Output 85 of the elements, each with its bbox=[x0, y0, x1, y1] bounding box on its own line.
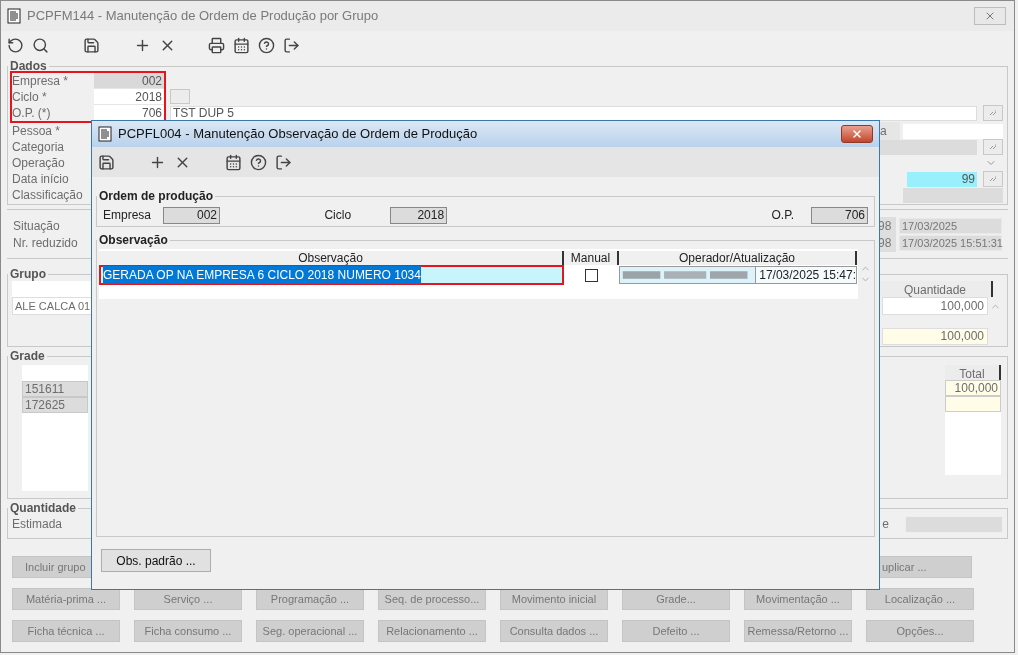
calendar-icon[interactable] bbox=[233, 36, 250, 54]
field-label: a bbox=[878, 122, 900, 140]
close-icon bbox=[984, 10, 996, 22]
search-icon[interactable] bbox=[32, 36, 49, 54]
field-label: Data início bbox=[12, 171, 70, 188]
total-field: 100,000 bbox=[882, 327, 988, 345]
action-button[interactable]: Remessa/Retorno ... bbox=[744, 620, 852, 642]
table-cell: 172625 bbox=[22, 397, 88, 413]
save-icon[interactable] bbox=[83, 36, 100, 54]
field-label: e bbox=[882, 516, 889, 533]
action-button[interactable]: Localização ... bbox=[866, 588, 974, 610]
save-icon[interactable] bbox=[98, 153, 115, 171]
section-title: Quantidade bbox=[9, 501, 77, 515]
action-button[interactable]: Matéria-prima ... bbox=[12, 588, 120, 610]
field-label: Classificação bbox=[12, 187, 84, 204]
column-header: Quantidade bbox=[879, 281, 993, 297]
read-only-field: 17/03/2025 bbox=[899, 218, 1002, 234]
action-button[interactable]: Seq. de processo... bbox=[378, 588, 486, 610]
field-label: Operação bbox=[12, 155, 66, 172]
help-icon[interactable] bbox=[250, 153, 267, 171]
table-cell: ALE CALCA 01 bbox=[12, 297, 92, 315]
checkbox[interactable] bbox=[585, 268, 598, 282]
read-only-field: 17/03/2025 15:51:31 bbox=[899, 235, 1002, 251]
section-title: Observação bbox=[98, 232, 169, 249]
action-button[interactable]: Movimentação ... bbox=[744, 588, 852, 610]
document-icon bbox=[7, 8, 21, 24]
obs-padrao-button[interactable]: Obs. padrão ... bbox=[101, 549, 211, 572]
field-label: Ciclo * bbox=[12, 89, 48, 106]
read-only-field: 706 bbox=[811, 206, 868, 224]
action-button[interactable]: Defeito ... bbox=[622, 620, 730, 642]
calendar-icon[interactable] bbox=[225, 153, 242, 171]
window-title: PCPFM144 - Manutenção de Ordem de Produção por Grupo bbox=[27, 7, 379, 26]
action-button[interactable]: Seg. operacional ... bbox=[256, 620, 364, 642]
input-field[interactable]: 2018 bbox=[94, 89, 164, 105]
section-title: Grupo bbox=[9, 267, 47, 281]
input-field[interactable]: 706 bbox=[94, 105, 164, 121]
timestamp-cell: 17/03/2025 15:47: bbox=[755, 267, 856, 283]
action-button[interactable]: Grade... bbox=[622, 588, 730, 610]
dialog-title: PCPFL004 - Manutenção Observação de Ordem de Produção bbox=[118, 125, 478, 144]
action-button[interactable]: Consulta dados ... bbox=[500, 620, 608, 642]
dots-icon bbox=[989, 176, 997, 182]
document-icon bbox=[98, 126, 112, 142]
table-cell: 100,000 bbox=[945, 380, 1001, 396]
observation-cell[interactable]: GERADA OP NA EMPRESA 6 CICLO 2018 NUMERO 1034 bbox=[99, 265, 564, 285]
dots-icon bbox=[989, 110, 997, 116]
field-label: Pessoa * bbox=[12, 123, 62, 140]
field-label: O.P. bbox=[771, 207, 794, 224]
field-label: Estimada bbox=[12, 516, 64, 533]
table-cell bbox=[945, 396, 1001, 412]
action-button[interactable]: Ficha técnica ... bbox=[12, 620, 120, 642]
field-label: O.P. (*) bbox=[12, 105, 52, 122]
action-button[interactable]: Serviço ... bbox=[134, 588, 242, 610]
section-title: Ordem de produção bbox=[98, 188, 215, 205]
exit-icon[interactable] bbox=[275, 153, 292, 171]
input-field[interactable] bbox=[877, 139, 977, 155]
section-title: Grade bbox=[9, 349, 46, 363]
close-icon bbox=[851, 128, 863, 140]
input-field[interactable] bbox=[903, 123, 1003, 139]
action-button[interactable]: Movimento inicial bbox=[500, 588, 608, 610]
field-label: Categoria bbox=[12, 139, 66, 156]
undo-icon[interactable] bbox=[7, 36, 24, 54]
exit-icon[interactable] bbox=[283, 36, 300, 54]
input-field[interactable]: 99 bbox=[907, 171, 977, 187]
field-label: Situação bbox=[13, 218, 61, 235]
read-only-field: 002 bbox=[163, 206, 220, 224]
dots-icon bbox=[989, 144, 997, 150]
column-header: Total bbox=[945, 365, 1001, 380]
read-only-field: 2018 bbox=[390, 206, 448, 224]
action-button[interactable]: Relacionamento ... bbox=[378, 620, 486, 642]
help-icon[interactable] bbox=[258, 36, 275, 54]
action-button[interactable]: Opções... bbox=[866, 620, 974, 642]
printer-icon[interactable] bbox=[208, 36, 225, 54]
field-label: Empresa bbox=[103, 207, 153, 224]
field-label: Empresa * bbox=[12, 73, 70, 90]
section-title: Dados bbox=[9, 59, 48, 73]
table-cell: 100,000 bbox=[882, 297, 988, 315]
action-button[interactable]: Programação ... bbox=[256, 588, 364, 610]
field-label: Nr. reduzido bbox=[13, 235, 79, 252]
input-field[interactable] bbox=[903, 187, 1003, 203]
field-label: Ciclo bbox=[324, 207, 352, 224]
close-button[interactable] bbox=[841, 125, 873, 143]
action-button[interactable]: Ficha consumo ... bbox=[134, 620, 242, 642]
description-field[interactable]: TST DUP 5 bbox=[170, 105, 977, 121]
table-cell: 151611 bbox=[22, 381, 88, 397]
table-background bbox=[22, 365, 88, 381]
